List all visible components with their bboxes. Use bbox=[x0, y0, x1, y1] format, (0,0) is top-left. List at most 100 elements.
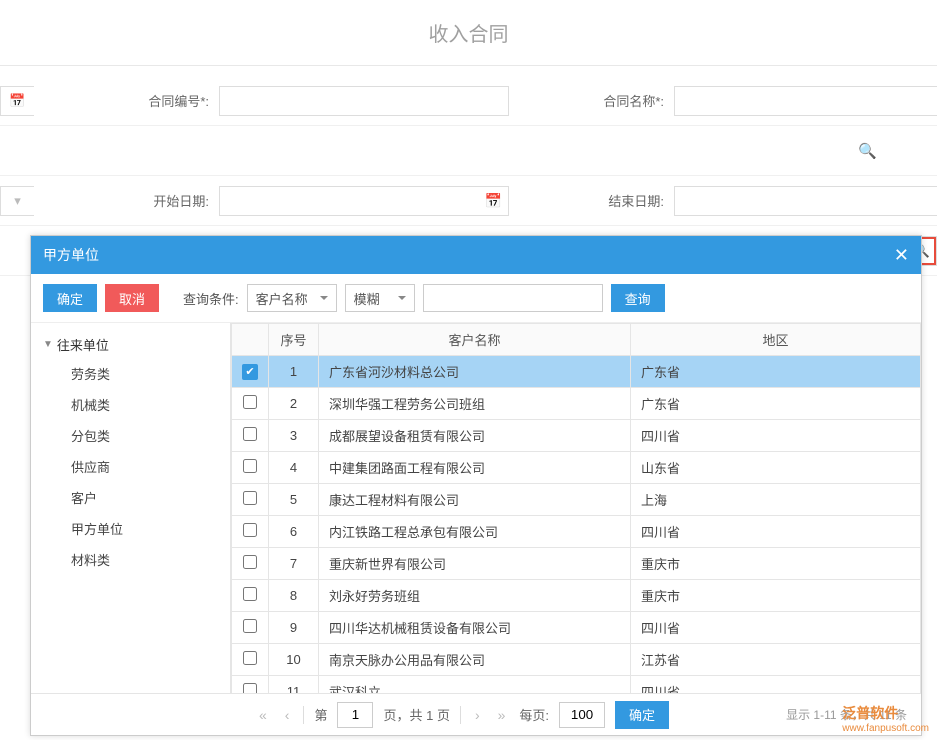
sidebar-item[interactable]: 分包类 bbox=[71, 420, 218, 451]
cell-seq: 10 bbox=[269, 644, 319, 676]
pager-prefix: 第 bbox=[314, 705, 327, 724]
calendar-icon: 📅 bbox=[485, 192, 502, 209]
cell-name: 成都展望设备租赁有限公司 bbox=[319, 420, 631, 452]
cell-seq: 11 bbox=[269, 676, 319, 694]
party-a-modal: 甲方单位 ✕ 确定 取消 查询条件: 客户名称 模糊 查询 ▼ 往来单位 劳务类… bbox=[30, 235, 922, 736]
tree-root-label: 往来单位 bbox=[57, 335, 109, 354]
start-date-input[interactable]: 📅 bbox=[219, 186, 509, 216]
checkbox-checked-icon[interactable]: ✔ bbox=[242, 364, 258, 380]
row-checkbox[interactable] bbox=[243, 651, 257, 665]
chevron-down-icon[interactable]: ▾ bbox=[0, 186, 34, 216]
table-row[interactable]: ✔1广东省河沙材料总公司广东省 bbox=[232, 356, 921, 388]
cell-name: 内江铁路工程总承包有限公司 bbox=[319, 516, 631, 548]
cancel-button[interactable]: 取消 bbox=[105, 284, 159, 312]
row-checkbox[interactable] bbox=[243, 523, 257, 537]
cell-region: 重庆市 bbox=[631, 548, 921, 580]
chevron-down-icon: ▼ bbox=[43, 339, 53, 350]
row-checkbox[interactable] bbox=[243, 619, 257, 633]
table-row[interactable]: 7重庆新世界有限公司重庆市 bbox=[232, 548, 921, 580]
sidebar-item[interactable]: 机械类 bbox=[71, 389, 218, 420]
pager-suffix: 页，共 1 页 bbox=[383, 705, 449, 724]
cell-seq: 7 bbox=[269, 548, 319, 580]
row-checkbox-cell[interactable] bbox=[232, 484, 269, 516]
cell-name: 南京天脉办公用品有限公司 bbox=[319, 644, 631, 676]
row-checkbox[interactable] bbox=[243, 683, 257, 693]
search-icon[interactable]: 🔍 bbox=[858, 142, 877, 160]
row-checkbox[interactable] bbox=[243, 491, 257, 505]
query-match-select[interactable]: 模糊 bbox=[345, 284, 415, 312]
modal-header: 甲方单位 ✕ bbox=[31, 236, 921, 274]
cell-seq: 4 bbox=[269, 452, 319, 484]
row-checkbox-cell[interactable] bbox=[232, 548, 269, 580]
query-button[interactable]: 查询 bbox=[611, 284, 665, 312]
table-row[interactable]: 6内江铁路工程总承包有限公司四川省 bbox=[232, 516, 921, 548]
cell-region: 重庆市 bbox=[631, 580, 921, 612]
cell-name: 深圳华强工程劳务公司班组 bbox=[319, 388, 631, 420]
table-row[interactable]: 4中建集团路面工程有限公司山东省 bbox=[232, 452, 921, 484]
col-check bbox=[232, 324, 269, 356]
row-checkbox-cell[interactable] bbox=[232, 644, 269, 676]
table-row[interactable]: 3成都展望设备租赁有限公司四川省 bbox=[232, 420, 921, 452]
table-row[interactable]: 5康达工程材料有限公司上海 bbox=[232, 484, 921, 516]
col-name: 客户名称 bbox=[319, 324, 631, 356]
row-checkbox-cell[interactable] bbox=[232, 420, 269, 452]
label-start-date: 开始日期: bbox=[54, 191, 219, 210]
row-checkbox[interactable] bbox=[243, 459, 257, 473]
pager-perpage-input[interactable] bbox=[559, 702, 605, 728]
modal-footer: « ‹ 第 页，共 1 页 › » 每页: 确定 显示 1-11 条，共 11 … bbox=[31, 693, 921, 735]
row-checkbox-cell[interactable]: ✔ bbox=[232, 356, 269, 388]
results-table-wrap: 序号 客户名称 地区 ✔1广东省河沙材料总公司广东省2深圳华强工程劳务公司班组广… bbox=[231, 323, 921, 693]
query-field-select[interactable]: 客户名称 bbox=[247, 284, 337, 312]
sidebar-item[interactable]: 劳务类 bbox=[71, 358, 218, 389]
cell-name: 广东省河沙材料总公司 bbox=[319, 356, 631, 388]
row-checkbox-cell[interactable] bbox=[232, 516, 269, 548]
watermark: 泛普软件 www.fanpusoft.com bbox=[842, 703, 929, 734]
pager-page-input[interactable] bbox=[337, 702, 373, 728]
sidebar-item[interactable]: 甲方单位 bbox=[71, 513, 218, 544]
row-checkbox-cell[interactable] bbox=[232, 612, 269, 644]
query-text-input[interactable] bbox=[423, 284, 603, 312]
end-date-input[interactable]: 📅 bbox=[674, 186, 937, 216]
pager-next-icon[interactable]: › bbox=[471, 707, 484, 723]
pager-perpage-label: 每页: bbox=[519, 705, 549, 724]
col-region: 地区 bbox=[631, 324, 921, 356]
row-checkbox-cell[interactable] bbox=[232, 388, 269, 420]
cell-name: 四川华达机械租赁设备有限公司 bbox=[319, 612, 631, 644]
tree-root[interactable]: ▼ 往来单位 bbox=[43, 331, 218, 358]
pager-ok-button[interactable]: 确定 bbox=[615, 701, 669, 729]
row-checkbox-cell[interactable] bbox=[232, 676, 269, 694]
sidebar-item[interactable]: 材料类 bbox=[71, 544, 218, 575]
table-row[interactable]: 9四川华达机械租赁设备有限公司四川省 bbox=[232, 612, 921, 644]
row-checkbox-cell[interactable] bbox=[232, 452, 269, 484]
ok-button[interactable]: 确定 bbox=[43, 284, 97, 312]
calendar-icon[interactable]: 📅 bbox=[0, 86, 34, 116]
pager-last-icon[interactable]: » bbox=[494, 707, 510, 723]
cell-seq: 6 bbox=[269, 516, 319, 548]
sidebar-item[interactable]: 客户 bbox=[71, 482, 218, 513]
table-row[interactable]: 8刘永好劳务班组重庆市 bbox=[232, 580, 921, 612]
row-checkbox[interactable] bbox=[243, 587, 257, 601]
cell-seq: 2 bbox=[269, 388, 319, 420]
close-icon[interactable]: ✕ bbox=[894, 245, 909, 266]
contract-no-input[interactable] bbox=[219, 86, 509, 116]
sidebar-item[interactable]: 供应商 bbox=[71, 451, 218, 482]
row-checkbox[interactable] bbox=[243, 427, 257, 441]
cell-region: 山东省 bbox=[631, 452, 921, 484]
row-checkbox-cell[interactable] bbox=[232, 580, 269, 612]
table-row[interactable]: 2深圳华强工程劳务公司班组广东省 bbox=[232, 388, 921, 420]
row-checkbox[interactable] bbox=[243, 555, 257, 569]
pager-prev-icon[interactable]: ‹ bbox=[281, 707, 294, 723]
cell-name: 康达工程材料有限公司 bbox=[319, 484, 631, 516]
pager-first-icon[interactable]: « bbox=[255, 707, 271, 723]
cell-name: 中建集团路面工程有限公司 bbox=[319, 452, 631, 484]
table-row[interactable]: 10南京天脉办公用品有限公司江苏省 bbox=[232, 644, 921, 676]
results-table: 序号 客户名称 地区 ✔1广东省河沙材料总公司广东省2深圳华强工程劳务公司班组广… bbox=[231, 323, 921, 693]
label-contract-name: 合同名称*: bbox=[509, 91, 674, 110]
row-checkbox[interactable] bbox=[243, 395, 257, 409]
cell-region: 江苏省 bbox=[631, 644, 921, 676]
table-row[interactable]: 11武汉科立四川省 bbox=[232, 676, 921, 694]
cell-seq: 5 bbox=[269, 484, 319, 516]
contract-name-input[interactable] bbox=[674, 86, 937, 116]
cell-region: 四川省 bbox=[631, 516, 921, 548]
col-seq: 序号 bbox=[269, 324, 319, 356]
